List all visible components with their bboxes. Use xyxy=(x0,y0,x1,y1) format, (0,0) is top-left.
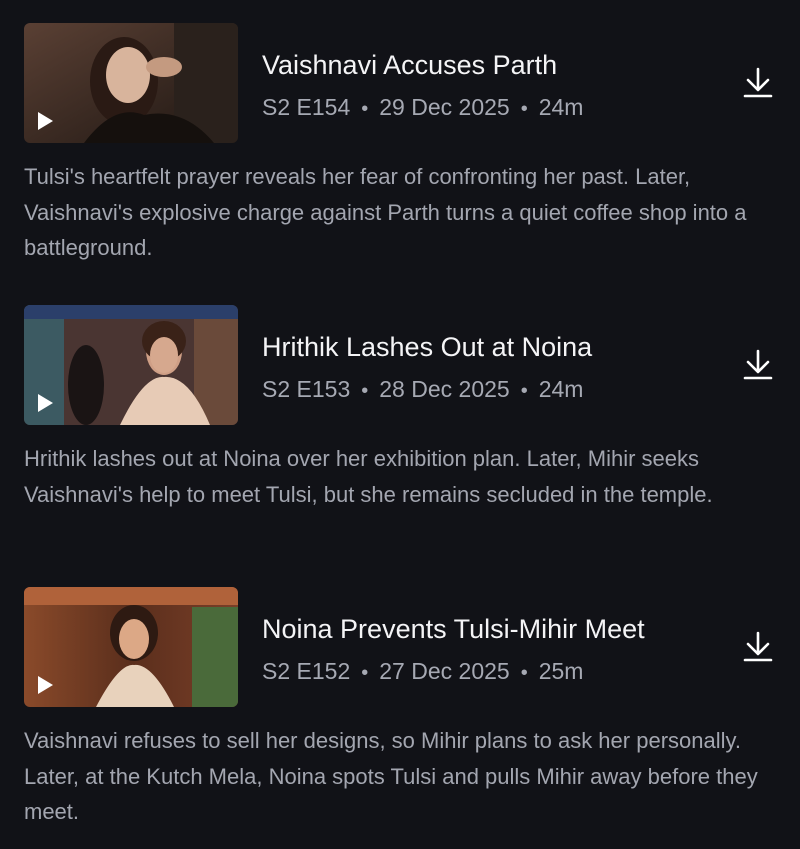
separator-dot: • xyxy=(520,380,528,402)
episode-description: Hrithik lashes out at Noina over her exh… xyxy=(24,446,713,507)
play-icon[interactable] xyxy=(38,112,53,130)
separator-dot: • xyxy=(361,98,369,120)
episode-date: 28 Dec 2025 xyxy=(379,376,510,402)
download-icon xyxy=(743,631,773,662)
thumbnail-image xyxy=(24,587,238,707)
play-icon[interactable] xyxy=(38,394,53,412)
episode-duration: 24m xyxy=(538,94,584,120)
thumbnail-image xyxy=(24,23,238,143)
episode-description: Tulsi's heartfelt prayer reveals her fea… xyxy=(24,164,747,260)
separator-dot: • xyxy=(520,662,528,684)
episode-description: Vaishnavi refuses to sell her designs, s… xyxy=(24,728,758,824)
separator-dot: • xyxy=(520,98,528,120)
episode-title[interactable]: Noina Prevents Tulsi-Mihir Meet xyxy=(262,613,645,645)
download-button[interactable] xyxy=(738,63,778,103)
download-button[interactable] xyxy=(738,345,778,385)
episode-number: S2 E153 xyxy=(262,376,351,402)
download-icon xyxy=(743,67,773,98)
episode-meta: S2 E153 • 28 Dec 2025 • 24m xyxy=(262,375,583,405)
separator-dot: • xyxy=(361,662,369,684)
episode-list: Vaishnavi Accuses Parth S2 E154 • 29 Dec 2… xyxy=(0,0,800,849)
episode-number: S2 E152 xyxy=(262,658,351,684)
episode-title[interactable]: Vaishnavi Accuses Parth xyxy=(262,49,557,81)
episode-meta: S2 E152 • 27 Dec 2025 • 25m xyxy=(262,657,583,687)
separator-dot: • xyxy=(361,380,369,402)
episode-title[interactable]: Hrithik Lashes Out at Noina xyxy=(262,331,592,363)
episode-thumbnail[interactable] xyxy=(24,23,238,143)
episode-duration: 24m xyxy=(538,376,584,402)
episode-date: 27 Dec 2025 xyxy=(379,658,510,684)
episode-meta: S2 E154 • 29 Dec 2025 • 24m xyxy=(262,93,583,123)
episode-number: S2 E154 xyxy=(262,94,351,120)
thumbnail-image xyxy=(24,305,238,425)
episode-thumbnail[interactable] xyxy=(24,305,238,425)
play-icon[interactable] xyxy=(38,676,53,694)
download-icon xyxy=(743,349,773,380)
episode-thumbnail[interactable] xyxy=(24,587,238,707)
episode-duration: 25m xyxy=(538,658,584,684)
download-button[interactable] xyxy=(738,627,778,667)
episode-date: 29 Dec 2025 xyxy=(379,94,510,120)
